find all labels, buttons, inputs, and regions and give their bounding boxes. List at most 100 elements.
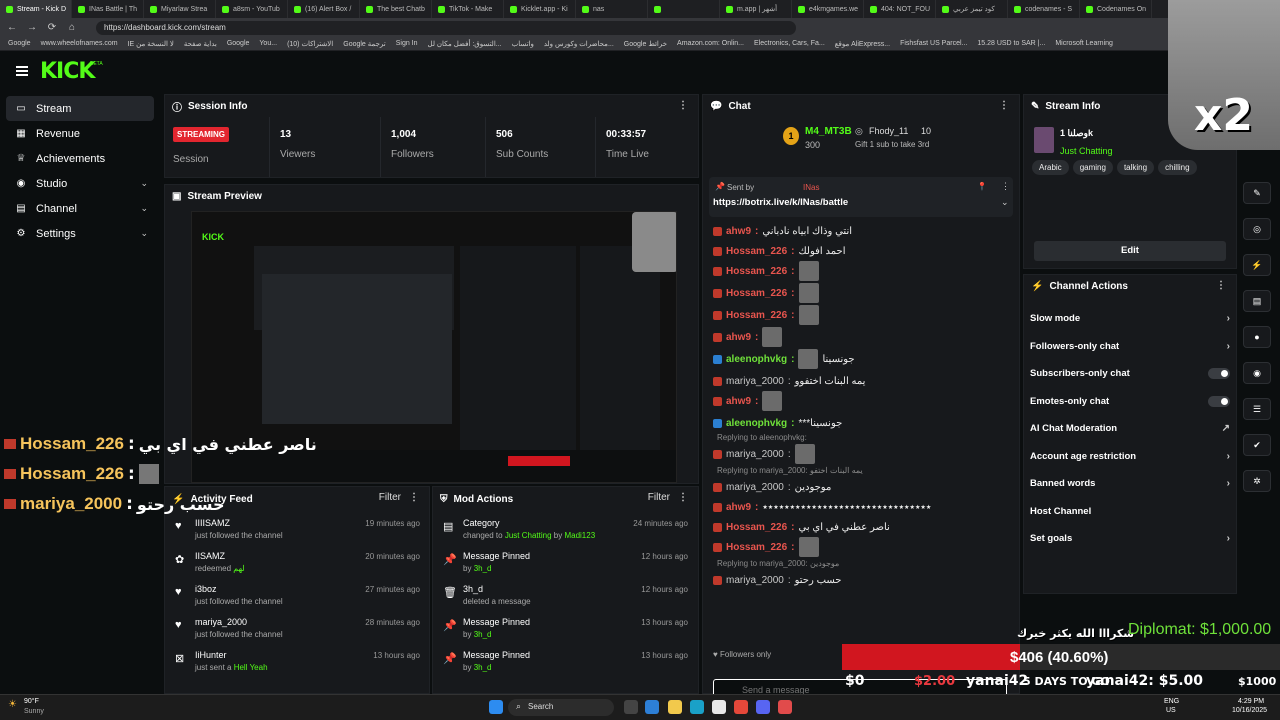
channel-action-ai-chat-moderation[interactable]: AI Chat Moderation ↗ xyxy=(1030,415,1230,442)
wrench-icon[interactable]: ✔ xyxy=(1243,434,1271,456)
mod-action-item[interactable]: 📌 Message Pinned by 3h_d 13 hours ago xyxy=(433,614,698,647)
mod-action-item[interactable]: 🗑 3h_d deleted a message 12 hours ago xyxy=(433,581,698,614)
chat-message[interactable]: mariya_2000: يمه البنات اختفوو xyxy=(713,371,865,391)
bookmark-link[interactable]: You... xyxy=(259,40,277,47)
chat-message[interactable]: ahw9: xyxy=(713,391,783,411)
mod-action-item[interactable]: 📌 Message Pinned by 3h_d 13 hours ago xyxy=(433,647,698,680)
mod-extra[interactable]: 3h_d xyxy=(474,564,492,573)
activity-item[interactable]: ⊠ IiHunter just sent a Hell Yeah 13 hours a… xyxy=(165,647,430,680)
activity-username[interactable]: i3boz xyxy=(195,584,217,594)
bookmark-link[interactable]: واتساب xyxy=(512,40,534,48)
browser-tab[interactable]: Kicklet.app - Ki xyxy=(504,0,576,18)
browser-tab[interactable]: Stream - Kick D xyxy=(0,0,72,18)
chat-message[interactable]: mariya_2000: موجودين xyxy=(713,477,831,497)
browser-tab[interactable]: (16) Alert Box / xyxy=(288,0,360,18)
task-view-icon[interactable] xyxy=(624,700,638,714)
chat-more-icon[interactable]: ⋮ xyxy=(999,100,1009,111)
bolt-icon[interactable]: ⚡ xyxy=(1243,254,1271,276)
chat-message[interactable]: ahw9: ٭٭٭٭٭٭٭٭٭٭٭٭٭٭٭٭٭٭٭٭٭٭٭٭٭٭٭٭٭٭٭ xyxy=(713,497,931,517)
mod-action-item[interactable]: ▤ Category changed to Just Chatting by Mad… xyxy=(433,515,698,548)
chat-username[interactable]: ahw9 xyxy=(726,396,751,407)
browser-tab[interactable]: nas xyxy=(576,0,648,18)
clock-time[interactable]: 4:29 PM xyxy=(1238,698,1264,705)
chat-message[interactable]: Hossam_226: احمد افولك xyxy=(713,241,845,261)
chat-username[interactable]: mariya_2000 xyxy=(726,575,784,586)
chat-reply-context[interactable]: Replying to aleenophvkg: xyxy=(717,433,807,442)
store-icon[interactable] xyxy=(690,700,704,714)
bookmark-link[interactable]: التسوق: أفضل مكان لل... xyxy=(428,40,502,48)
chat-username[interactable]: mariya_2000 xyxy=(726,376,784,387)
back-icon[interactable]: ← xyxy=(6,22,18,33)
bookmark-link[interactable]: بداية صفحة xyxy=(184,40,217,48)
activity-username[interactable]: IiHunter xyxy=(195,650,227,660)
taskbar-search[interactable]: ⌕ Search xyxy=(508,699,614,716)
pinned-more-icon[interactable]: ⋮ xyxy=(1001,181,1010,192)
chevron-down-icon[interactable]: ⌄ xyxy=(140,178,148,189)
obs-icon[interactable] xyxy=(778,700,792,714)
menu-icon[interactable] xyxy=(16,66,28,76)
browser-tab[interactable]: TikTok - Make xyxy=(432,0,504,18)
channel-actions-more-icon[interactable]: ⋮ xyxy=(1216,280,1226,291)
bookmark-link[interactable]: Sign In xyxy=(396,40,418,47)
sidebar-item-settings[interactable]: ⚙ Settings ⌄ xyxy=(0,221,160,246)
chat-reply-context[interactable]: Replying to mariya_2000: موجودين xyxy=(717,559,839,568)
sidebar-item-stream[interactable]: ▭ Stream xyxy=(6,96,154,121)
stream-tag[interactable]: gaming xyxy=(1072,160,1113,175)
chat-message[interactable]: Hossam_226: xyxy=(713,305,819,325)
bookmark-link[interactable]: Google ترجمة xyxy=(343,40,385,48)
bookmark-link[interactable]: Google xyxy=(227,40,250,47)
edge-icon[interactable] xyxy=(645,700,659,714)
browser-tab[interactable]: INas Battle | Th xyxy=(72,0,144,18)
channel-action-banned-words[interactable]: Banned words › xyxy=(1030,470,1230,497)
chat-message[interactable]: aleenophvkg: ***جونسينا xyxy=(713,413,842,433)
stream-tag[interactable]: chilling xyxy=(1158,160,1197,175)
mod-action-item[interactable]: 📌 Message Pinned by 3h_d 12 hours ago xyxy=(433,548,698,581)
pinned-link[interactable]: https://botrix.live/k/INas/battle xyxy=(713,197,848,208)
activity-item[interactable]: ♥ i3boz just followed the channel 27 minute… xyxy=(165,581,430,614)
browser-tab[interactable]: a8sm - YouTub xyxy=(216,0,288,18)
activity-more-icon[interactable]: ⋮ xyxy=(409,492,419,503)
chat-username[interactable]: ahw9 xyxy=(726,226,751,237)
chevron-down-icon[interactable]: ⌄ xyxy=(140,228,148,239)
weather-temp[interactable]: 90°F xyxy=(24,698,39,705)
channel-action-subscribers-only-chat[interactable]: Subscribers-only chat xyxy=(1030,360,1230,387)
sidebar-item-channel[interactable]: ▤ Channel ⌄ xyxy=(0,196,160,221)
file-explorer-icon[interactable] xyxy=(668,700,682,714)
mod-filter-button[interactable]: Filter xyxy=(648,492,670,503)
chat-message[interactable]: aleenophvkg: جونسينا xyxy=(713,349,855,369)
chat-message[interactable]: mariya_2000: حسب رحتو xyxy=(713,570,842,590)
lang-label[interactable]: ENG xyxy=(1164,698,1179,705)
bookmark-link[interactable]: محاضرات وكورس ولد... xyxy=(544,40,614,48)
forward-icon[interactable]: → xyxy=(26,22,38,33)
activity-username[interactable]: IISAMZ xyxy=(195,551,225,561)
gifter-name[interactable]: Fhody_11 xyxy=(869,126,908,136)
target-icon[interactable]: ◎ xyxy=(1243,218,1271,240)
kick-logo[interactable]: KICK xyxy=(40,59,95,84)
chat-username[interactable]: ahw9 xyxy=(726,332,751,343)
channel-action-followers-only-chat[interactable]: Followers-only chat › xyxy=(1030,333,1230,360)
bookmark-link[interactable]: 15.28 USD to SAR |... xyxy=(977,40,1045,47)
chat-username[interactable]: mariya_2000 xyxy=(726,482,784,493)
home-icon[interactable]: ⌂ xyxy=(66,22,78,33)
chat-reply-context[interactable]: Replying to mariya_2000: يمه البنات اختف… xyxy=(717,466,863,475)
stream-tag[interactable]: Arabic xyxy=(1032,160,1069,175)
browser-tab[interactable] xyxy=(648,0,720,18)
url-field[interactable]: https://dashboard.kick.com/stream xyxy=(96,20,796,35)
stream-category[interactable]: Just Chatting xyxy=(1060,146,1113,156)
chat-message[interactable]: Hossam_226: xyxy=(713,537,819,557)
more-options-icon[interactable]: ⋮ xyxy=(678,100,688,111)
bookmark-link[interactable]: (10) الاشتراكات xyxy=(287,40,333,48)
browser-tab[interactable]: codenames - S xyxy=(1008,0,1080,18)
bookmark-link[interactable]: Electronics, Cars, Fa... xyxy=(754,40,825,47)
activity-username[interactable]: IIIISAMZ xyxy=(195,518,230,528)
windows-start-icon[interactable] xyxy=(489,700,503,714)
mod-extra[interactable]: 3h_d xyxy=(474,663,492,672)
chat-username[interactable]: Hossam_226 xyxy=(726,522,787,533)
activity-username[interactable]: mariya_2000 xyxy=(195,617,247,627)
chat-message[interactable]: Hossam_226: xyxy=(713,283,819,303)
chat-message[interactable]: Hossam_226: ناصر عطني في اي بي xyxy=(713,517,890,537)
bookmark-link[interactable]: Google خرائط xyxy=(624,40,667,48)
bookmark-link[interactable]: Microsoft Learning xyxy=(1055,40,1113,47)
toggle-switch[interactable] xyxy=(1208,368,1230,379)
edit-icon[interactable]: ✎ xyxy=(1243,182,1271,204)
